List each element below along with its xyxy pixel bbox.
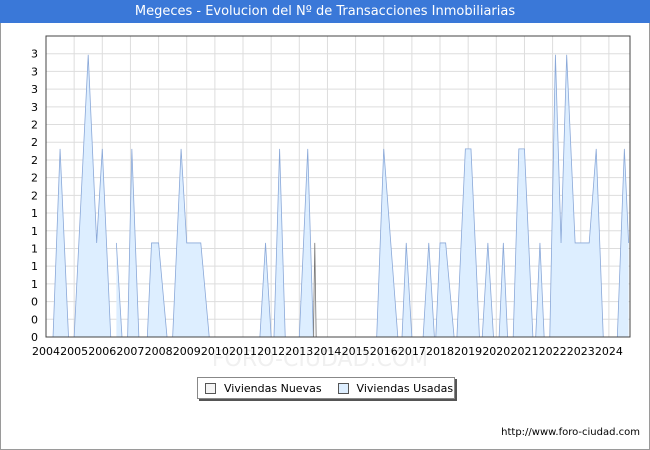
- x-tick-label: 2010: [201, 345, 229, 358]
- x-tick-label: 2008: [145, 345, 173, 358]
- y-tick-label: 2: [31, 172, 38, 185]
- x-tick-label: 2004: [32, 345, 60, 358]
- x-tick-label: 2023: [567, 345, 595, 358]
- x-tick-label: 2012: [257, 345, 285, 358]
- x-tick-label: 2021: [510, 345, 538, 358]
- y-tick-label: 1: [31, 207, 38, 220]
- chart-legend: Viviendas Nuevas Viviendas Usadas: [197, 377, 455, 399]
- y-tick-label: 0: [31, 296, 38, 309]
- y-tick-label: 2: [31, 189, 38, 202]
- y-tick-label: 3: [31, 65, 38, 78]
- legend-label-nuevas: Viviendas Nuevas: [224, 381, 322, 395]
- legend-item-nuevas: Viviendas Nuevas: [205, 382, 322, 395]
- y-tick-label: 2: [31, 136, 38, 149]
- y-tick-label: 3: [31, 48, 38, 61]
- source-url: http://www.foro-ciudad.com: [501, 427, 640, 438]
- x-tick-label: 2011: [229, 345, 257, 358]
- x-tick-label: 2024: [595, 345, 623, 358]
- x-tick-label: 2006: [88, 345, 116, 358]
- y-tick-label: 3: [31, 101, 38, 114]
- y-tick-label: 3: [31, 83, 38, 96]
- x-tick-label: 2005: [60, 345, 88, 358]
- y-tick-label: 0: [31, 313, 38, 326]
- x-tick-label: 2009: [173, 345, 201, 358]
- x-tick-label: 2022: [539, 345, 567, 358]
- x-tick-label: 2020: [482, 345, 510, 358]
- x-tick-label: 2013: [285, 345, 313, 358]
- y-tick-label: 1: [31, 225, 38, 238]
- legend-label-usadas: Viviendas Usadas: [356, 381, 454, 395]
- y-tick-label: 1: [31, 242, 38, 255]
- x-tick-label: 2019: [454, 345, 482, 358]
- x-tick-label: 2014: [313, 345, 341, 358]
- x-tick-label: 2017: [398, 345, 426, 358]
- x-tick-label: 2015: [342, 345, 370, 358]
- legend-item-usadas: Viviendas Usadas: [337, 381, 454, 395]
- x-tick-label: 2016: [370, 345, 398, 358]
- legend-swatch-usadas: [337, 382, 349, 394]
- y-tick-label: 0: [31, 331, 38, 344]
- y-tick-label: 2: [31, 154, 38, 167]
- y-tick-label: 1: [31, 278, 38, 291]
- y-tick-label: 2: [31, 119, 38, 132]
- y-tick-label: 1: [31, 260, 38, 273]
- x-tick-label: 2018: [426, 345, 454, 358]
- x-tick-label: 2007: [116, 345, 144, 358]
- legend-swatch-nuevas: [205, 382, 216, 394]
